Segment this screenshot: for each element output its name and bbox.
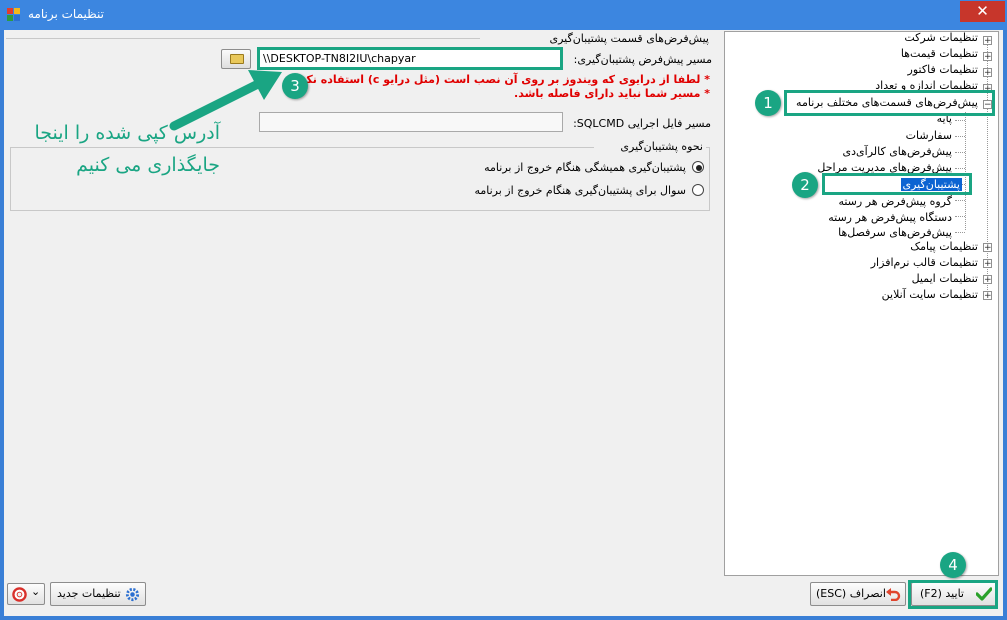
new-settings-label: تنظیمات جدید [57, 587, 121, 600]
step-badge-4: 4 [940, 552, 966, 578]
tree-item-email[interactable]: تنظیمات ایمیل [912, 271, 978, 287]
help-dropdown-button[interactable]: ⌄ [7, 583, 45, 605]
always-backup-label: پشتیبان‌گیری همیشگی هنگام خروج از برنامه [484, 161, 686, 174]
path-space-warning: * مسیر شما نباید دارای فاصله باشد. [514, 87, 710, 100]
tree-connector [955, 120, 965, 121]
tree-item-theme[interactable]: تنظیمات قالب نرم‌افزار [871, 255, 978, 271]
dialog-body: پیش‌فرض‌های قسمت پشتیبان‌گیری مسیر پیش‌ف… [4, 30, 1003, 616]
tree-connector [955, 136, 965, 137]
close-icon: ✕ [976, 2, 989, 20]
tree-connector [955, 168, 965, 169]
tree-child-category-device[interactable]: دستگاه پیش‌فرض هر رسته [828, 210, 952, 226]
cancel-button-label: انصراف (ESC) [816, 587, 886, 600]
path-field-highlight [257, 47, 563, 70]
window-title: تنظیمات برنامه [28, 7, 104, 21]
tree-child-category-group[interactable]: گروه پیش‌فرض هر رسته [838, 194, 952, 210]
sqlcmd-path-label: مسیر فایل اجرایی SQLCMD: [573, 117, 711, 130]
always-backup-radio[interactable] [692, 161, 704, 173]
undo-arrow-icon [886, 588, 901, 601]
step-badge-2: 2 [792, 172, 818, 198]
tree-child-orders[interactable]: سفارشات [906, 128, 952, 144]
tree-connector [955, 232, 965, 233]
app-icon [7, 8, 21, 22]
chevron-down-icon[interactable]: ⌄ [31, 585, 40, 598]
new-settings-button[interactable]: تنظیمات جدید [50, 582, 146, 606]
sqlcmd-path-input[interactable] [259, 112, 563, 132]
tree-child-caller-id[interactable]: پیش‌فرض‌های کالرآی‌دی [843, 144, 952, 160]
defaults-node-highlight [784, 90, 995, 116]
ask-backup-radio[interactable] [692, 184, 704, 196]
expand-icon[interactable]: + [983, 291, 992, 301]
instruction-note-line-2: جایگذاری می کنیم [76, 154, 220, 176]
tree-item-sms[interactable]: تنظیمات پیامک [910, 239, 978, 255]
expand-icon[interactable]: + [983, 52, 992, 62]
tree-item-prices[interactable]: تنظیمات قیمت‌ها [901, 46, 978, 62]
tree-item-invoice[interactable]: تنظیمات فاکتور [908, 62, 978, 78]
backup-method-title: نحوه پشتیبان‌گیری [594, 140, 706, 153]
confirm-button-highlight [908, 580, 998, 609]
tree-connector [955, 216, 965, 217]
backup-group-title: پیش‌فرض‌های قسمت پشتیبان‌گیری [549, 32, 709, 45]
expand-icon[interactable]: + [983, 259, 992, 269]
tree-connector [955, 200, 965, 201]
backup-path-label: مسیر پیش‌فرض پشتیبان‌گیری: [573, 53, 712, 66]
title-bar [0, 0, 1007, 30]
lifebuoy-icon [12, 587, 27, 602]
backup-node-highlight [822, 173, 972, 195]
expand-icon[interactable]: + [983, 275, 992, 285]
close-button[interactable]: ✕ [960, 1, 1005, 22]
expand-icon[interactable]: + [983, 243, 992, 253]
group-divider [6, 38, 480, 39]
cancel-button[interactable]: انصراف (ESC) [810, 582, 906, 606]
expand-icon[interactable]: + [983, 36, 992, 46]
tree-item-online-site[interactable]: تنظیمات سایت آنلاین [882, 287, 978, 303]
tree-child-line [965, 112, 966, 230]
step-badge-1: 1 [755, 90, 781, 116]
tree-connector [955, 152, 965, 153]
instruction-note-line-1: آدرس کپی شده را اینجا [34, 122, 220, 144]
tree-item-company[interactable]: تنظیمات شرکت [904, 30, 978, 46]
expand-icon[interactable]: + [983, 68, 992, 78]
ask-backup-label: سوال برای پشتیبان‌گیری هنگام خروج از برن… [474, 184, 686, 197]
system-drive-warning: * لطفا از درایوی که ویندوز بر روی آن نصب… [291, 73, 710, 86]
gear-icon [125, 587, 140, 602]
